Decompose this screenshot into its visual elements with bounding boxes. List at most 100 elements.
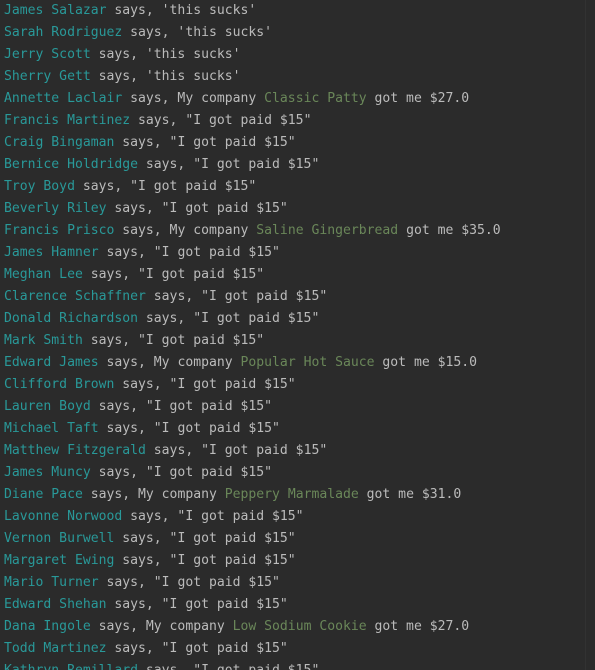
console-line: Matthew Fitzgerald says, "I got paid $15…	[0, 440, 585, 462]
speaker-name: Matthew Fitzgerald	[4, 443, 146, 458]
console-line: Michael Taft says, "I got paid $15"	[0, 418, 585, 440]
message-text: says, "I got paid $15"	[98, 245, 280, 260]
vertical-scrollbar[interactable]	[585, 0, 595, 670]
console-line: Annette Laclair says, My company Classic…	[0, 88, 585, 110]
message-text: says, "I got paid $15"	[130, 113, 312, 128]
message-text: says, 'this sucks'	[90, 69, 241, 84]
company-name: Classic Patty	[264, 91, 367, 106]
message-text: says, "I got paid $15"	[114, 135, 296, 150]
company-name: Low Sodium Cookie	[232, 619, 367, 634]
console-line: Francis Martinez says, "I got paid $15"	[0, 110, 585, 132]
message-text: says, "I got paid $15"	[138, 663, 319, 670]
console-line: Todd Martinez says, "I got paid $15"	[0, 638, 585, 660]
console-line: Mark Smith says, "I got paid $15"	[0, 330, 585, 352]
message-text: says, 'this sucks'	[122, 25, 273, 40]
speaker-name: Mark Smith	[4, 333, 83, 348]
speaker-name: Lavonne Norwood	[4, 509, 123, 524]
message-text: says, "I got paid $15"	[90, 399, 273, 414]
message-text: says, My company	[114, 223, 257, 238]
message-text: says, "I got paid $15"	[138, 311, 320, 326]
console-line: Edward James says, My company Popular Ho…	[0, 352, 585, 374]
console-line: Kathryn Remillard says, "I got paid $15"	[0, 660, 585, 670]
message-text: says, "I got paid $15"	[106, 641, 288, 656]
console-lines: James Salazar says, 'this sucks' Sarah Ro…	[0, 0, 585, 670]
speaker-name: Craig Bingaman	[4, 135, 115, 150]
console-line: Clifford Brown says, "I got paid $15"	[0, 374, 585, 396]
console-line: Margaret Ewing says, "I got paid $15"	[0, 550, 585, 572]
console-line: Lauren Boyd says, "I got paid $15"	[0, 396, 585, 418]
speaker-name: James Salazar	[4, 3, 107, 18]
message-text: says, "I got paid $15"	[82, 333, 265, 348]
message-text: says, "I got paid $15"	[90, 465, 273, 480]
speaker-name: Donald Richardson	[4, 311, 139, 326]
message-text: says, "I got paid $15"	[106, 201, 288, 216]
message-text: says, "I got paid $15"	[138, 157, 320, 172]
console-line: James Hamner says, "I got paid $15"	[0, 242, 585, 264]
message-text: says, My company	[122, 91, 265, 106]
speaker-name: Diane Pace	[4, 487, 83, 502]
speaker-name: Beverly Riley	[4, 201, 107, 216]
console-line: Clarence Schaffner says, "I got paid $15…	[0, 286, 585, 308]
console-line: Troy Boyd says, "I got paid $15"	[0, 176, 585, 198]
message-text: says, "I got paid $15"	[114, 531, 296, 546]
console-line: Vernon Burwell says, "I got paid $15"	[0, 528, 585, 550]
console-line: James Salazar says, 'this sucks'	[0, 0, 585, 22]
message-text: says, "I got paid $15"	[145, 289, 328, 304]
speaker-name: Clifford Brown	[4, 377, 115, 392]
message-text: says, "I got paid $15"	[114, 553, 296, 568]
message-text: says, "I got paid $15"	[98, 421, 280, 436]
message-text: says, "I got paid $15"	[98, 575, 280, 590]
speaker-name: Dana Ingole	[4, 619, 91, 634]
message-text: says, 'this sucks'	[106, 3, 257, 18]
speaker-name: James Muncy	[4, 465, 91, 480]
console-output[interactable]: James Salazar says, 'this sucks' Sarah Ro…	[0, 0, 585, 670]
payout-text: got me $27.0	[366, 91, 470, 106]
console-line: Donald Richardson says, "I got paid $15"	[0, 308, 585, 330]
speaker-name: Bernice Holdridge	[4, 157, 139, 172]
console-line: Beverly Riley says, "I got paid $15"	[0, 198, 585, 220]
console-line: Lavonne Norwood says, "I got paid $15"	[0, 506, 585, 528]
company-name: Peppery Marmalade	[224, 487, 359, 502]
message-text: says, "I got paid $15"	[122, 509, 304, 524]
console-line: Mario Turner says, "I got paid $15"	[0, 572, 585, 594]
speaker-name: Lauren Boyd	[4, 399, 91, 414]
speaker-name: Michael Taft	[4, 421, 99, 436]
speaker-name: Todd Martinez	[4, 641, 107, 656]
speaker-name: Meghan Lee	[4, 267, 83, 282]
speaker-name: Jerry Scott	[4, 47, 91, 62]
message-text: says, My company	[82, 487, 225, 502]
speaker-name: Clarence Schaffner	[4, 289, 146, 304]
message-text: says, "I got paid $15"	[82, 267, 265, 282]
company-name: Popular Hot Sauce	[240, 355, 375, 370]
console-line: Meghan Lee says, "I got paid $15"	[0, 264, 585, 286]
payout-text: got me $15.0	[374, 355, 478, 370]
console-line: James Muncy says, "I got paid $15"	[0, 462, 585, 484]
speaker-name: Sherry Gett	[4, 69, 91, 84]
message-text: says, "I got paid $15"	[106, 597, 288, 612]
payout-text: got me $35.0	[398, 223, 501, 238]
speaker-name: Edward Shehan	[4, 597, 107, 612]
speaker-name: Kathryn Remillard	[4, 663, 138, 670]
speaker-name: Troy Boyd	[4, 179, 75, 194]
message-text: says, My company	[98, 355, 241, 370]
company-name: Saline Gingerbread	[256, 223, 399, 238]
console-line: Dana Ingole says, My company Low Sodium …	[0, 616, 585, 638]
console-line: Sherry Gett says, 'this sucks'	[0, 66, 585, 88]
speaker-name: James Hamner	[4, 245, 99, 260]
speaker-name: Margaret Ewing	[4, 553, 115, 568]
console-line: Bernice Holdridge says, "I got paid $15"	[0, 154, 585, 176]
console-line: Craig Bingaman says, "I got paid $15"	[0, 132, 585, 154]
message-text: says, "I got paid $15"	[145, 443, 328, 458]
speaker-name: Francis Prisco	[4, 223, 115, 238]
message-text: says, 'this sucks'	[90, 47, 241, 62]
payout-text: got me $27.0	[366, 619, 470, 634]
console-line: Diane Pace says, My company Peppery Marm…	[0, 484, 585, 506]
message-text: says, "I got paid $15"	[74, 179, 257, 194]
speaker-name: Annette Laclair	[4, 91, 123, 106]
payout-text: got me $31.0	[358, 487, 462, 502]
message-text: says, My company	[90, 619, 233, 634]
console-line: Edward Shehan says, "I got paid $15"	[0, 594, 585, 616]
speaker-name: Vernon Burwell	[4, 531, 115, 546]
console-line: Sarah Rodriguez says, 'this sucks'	[0, 22, 585, 44]
speaker-name: Sarah Rodriguez	[4, 25, 123, 40]
